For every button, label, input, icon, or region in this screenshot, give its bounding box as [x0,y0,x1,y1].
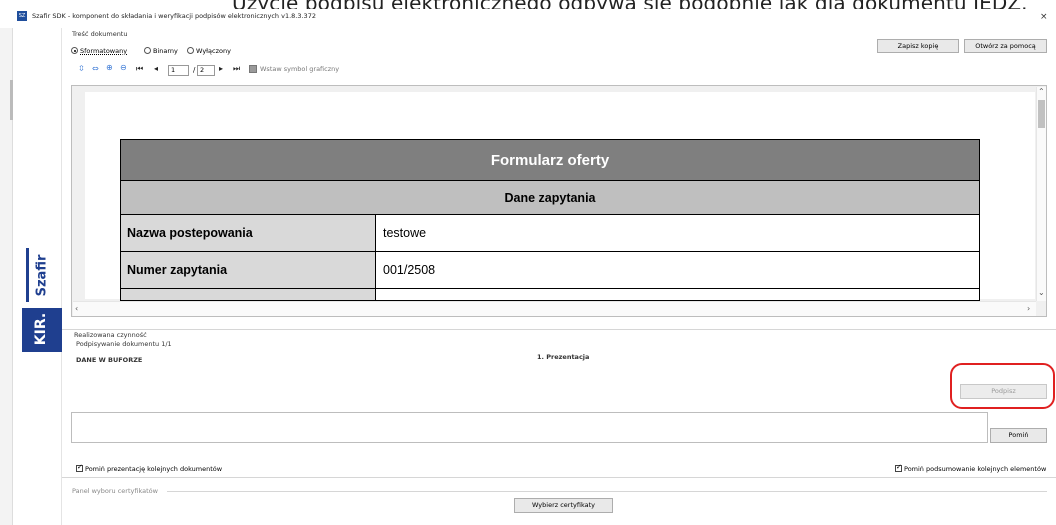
app-icon: SZ [17,11,27,21]
scroll-left-icon[interactable]: ‹ [75,304,78,313]
form-title: Formularz oferty [120,139,980,181]
scroll-up-icon[interactable]: ⌃ [1038,87,1045,96]
cert-panel-line [167,491,1047,492]
radio-formatted-dot[interactable] [71,47,78,54]
radio-disabled-label: Wyłączony [196,46,231,55]
offer-form-table: Formularz oferty Dane zapytania Nazwa po… [120,139,980,301]
document-viewer[interactable]: Formularz oferty Dane zapytania Nazwa po… [71,85,1047,317]
skip-presentations-check[interactable] [76,463,83,472]
stage-text: 1. Prezentacja [537,353,590,361]
page-number-input[interactable]: 1 [168,65,189,76]
table-row [120,288,980,301]
row-label: Nazwa postepowania [120,214,376,252]
row-label-partial [120,288,376,301]
row-value: testowe [375,214,980,252]
insert-symbol-icon[interactable] [249,65,257,73]
radio-formatted-label: Sformatowany [80,46,128,55]
sign-button[interactable]: Podpisz [960,384,1047,399]
content-group-label: Treść dokumentu [72,30,128,38]
action-group-label: Realizowana czynność [74,331,147,339]
buffer-textarea[interactable] [71,412,988,443]
skip-summary-check[interactable] [895,463,902,472]
radio-disabled-dot[interactable] [187,47,194,54]
radio-disabled[interactable]: Wyłączony [187,40,231,59]
table-row: Numer zapytania 001/2508 [120,251,980,289]
kir-logo-text: KIR. [33,312,50,346]
page-total: 2 [197,65,215,76]
prev-page-icon[interactable]: ◂ [154,64,158,74]
choose-certificates-button[interactable]: Wybierz certyfikaty [514,498,613,513]
last-page-icon[interactable]: ⏭ [233,64,240,74]
divider [62,477,1056,478]
form-section: Dane zapytania [120,180,980,215]
skip-summary-label: Pomiń podsumowanie kolejnych elementów [904,464,1047,473]
close-icon[interactable]: × [1040,12,1048,22]
next-page-icon[interactable]: ▸ [219,64,223,74]
fit-page-icon[interactable]: ⇔ [92,64,99,74]
table-row: Nazwa postepowania testowe [120,214,980,252]
skip-presentations-label: Pomiń prezentację kolejnych dokumentów [85,464,223,473]
row-label: Numer zapytania [120,251,376,289]
buffer-text: DANE W BUFORZE [76,356,143,364]
skip-summary-checkbox[interactable]: Pomiń podsumowanie kolejnych elementów [895,458,1046,477]
radio-binary-label: Binarny [153,46,178,55]
first-page-icon[interactable]: ⏮ [136,64,143,74]
vertical-scroll-thumb[interactable] [1038,100,1045,128]
row-value-partial [375,288,980,301]
document-page: Formularz oferty Dane zapytania Nazwa po… [85,92,1035,301]
progress-text: Podpisywanie dokumentu 1/1 [76,340,172,348]
fit-width-icon[interactable]: ⇳ [78,64,85,74]
cert-panel-label: Panel wyboru certyfikatów [72,487,158,495]
insert-symbol-label[interactable]: Wstaw symbol graficzny [260,65,339,73]
scroll-down-icon[interactable]: ⌄ [1038,288,1045,297]
scroll-right-icon[interactable]: › [1027,304,1030,313]
radio-formatted[interactable]: Sformatowany [71,40,127,59]
open-with-button[interactable]: Otwórz za pomocą [964,39,1047,53]
page-separator: / [193,66,196,74]
skip-presentations-checkbox[interactable]: Pomiń prezentację kolejnych dokumentów [76,458,222,477]
left-edge [0,28,13,525]
szafir-brand-text: Szafir [34,254,50,297]
save-copy-button[interactable]: Zapisz kopię [877,39,959,53]
radio-binary-dot[interactable] [144,47,151,54]
horizontal-scrollbar[interactable] [73,301,1036,316]
divider [62,329,1056,330]
row-value: 001/2508 [375,251,980,289]
skip-button[interactable]: Pomiń [990,428,1047,443]
window-title: Szafir SDK - komponent do składania i we… [32,12,316,20]
radio-binary[interactable]: Binarny [144,40,178,59]
kir-logo: KIR. [22,308,62,352]
zoom-out-icon[interactable]: ⊖ [120,63,127,73]
zoom-in-icon[interactable]: ⊕ [106,63,113,73]
szafir-logo: Szafir [26,248,52,302]
